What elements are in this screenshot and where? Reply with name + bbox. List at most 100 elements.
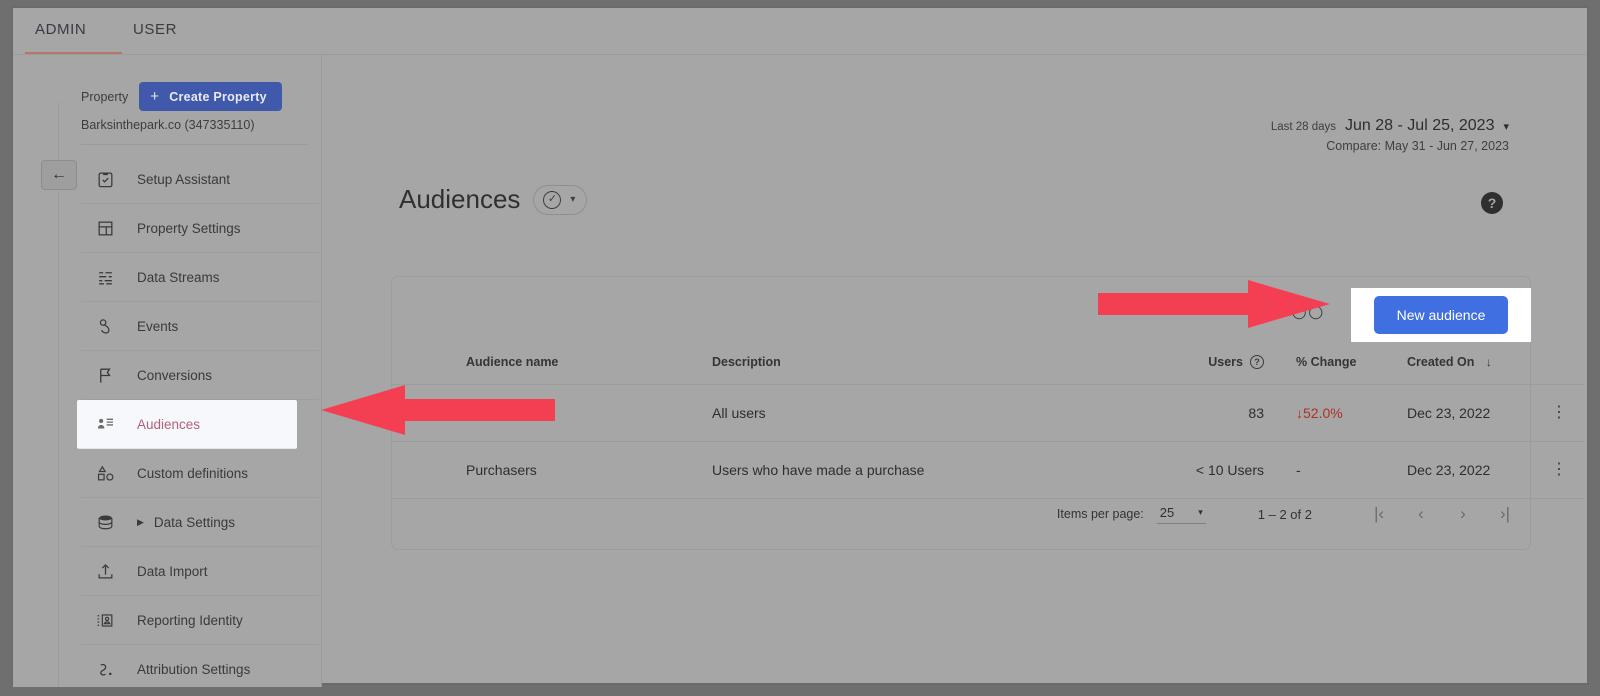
top-navigation: ADMIN USER bbox=[13, 8, 1587, 55]
sidebar-item-conversions[interactable]: Conversions bbox=[81, 351, 319, 400]
sidebar-item-label: Data Settings bbox=[153, 514, 235, 530]
sidebar: Property + Create Property Barksinthepar… bbox=[13, 55, 322, 687]
column-header-created-on[interactable]: Created On ↓ bbox=[1407, 347, 1532, 385]
cell-description: All users bbox=[712, 384, 1102, 442]
cell-percent-change-value: 52.0% bbox=[1303, 405, 1343, 421]
last-page-icon[interactable]: ›| bbox=[1484, 504, 1526, 524]
sidebar-item-data-import[interactable]: Data Import bbox=[81, 547, 319, 596]
chevron-left-icon[interactable]: ‹ bbox=[1400, 504, 1442, 524]
sidebar-item-events[interactable]: Events bbox=[81, 302, 319, 351]
sidebar-item-audiences[interactable]: Audiences bbox=[77, 400, 297, 449]
chevron-down-icon: ▾ bbox=[570, 194, 576, 205]
back-button[interactable]: ← bbox=[41, 160, 77, 190]
tab-user[interactable]: USER bbox=[133, 21, 177, 38]
sidebar-item-setup-assistant[interactable]: Setup Assistant bbox=[81, 155, 319, 204]
cell-actions[interactable]: ⋮ bbox=[1532, 384, 1584, 442]
sidebar-item-reporting-identity[interactable]: Reporting Identity bbox=[81, 596, 319, 645]
pagination-range-text: 1 – 2 of 2 bbox=[1257, 506, 1312, 522]
more-vert-icon[interactable]: ⋮ bbox=[1550, 459, 1567, 478]
sidebar-divider bbox=[81, 144, 307, 145]
cell-created-on: Dec 23, 2022 bbox=[1407, 384, 1532, 442]
page-title-row: Audiences ✓ ▾ bbox=[399, 184, 588, 215]
date-range-row[interactable]: Last 28 days Jun 28 - Jul 25, 2023 ▾ bbox=[1271, 117, 1509, 135]
sidebar-scrollbar[interactable] bbox=[321, 83, 322, 373]
create-property-button[interactable]: + Create Property bbox=[139, 82, 282, 111]
tap-hand-icon bbox=[95, 316, 116, 337]
cell-percent-change: ↓52.0% bbox=[1282, 384, 1407, 442]
items-per-page-select[interactable]: 25 ▾ bbox=[1156, 504, 1206, 524]
arrow-pointing-to-audiences-sidebar-item bbox=[321, 385, 555, 435]
cell-actions[interactable]: ⋮ bbox=[1532, 441, 1584, 499]
sidebar-item-label: Property Settings bbox=[137, 220, 241, 236]
sidebar-item-attribution-settings[interactable]: Attribution Settings bbox=[81, 645, 319, 687]
upload-icon bbox=[95, 561, 116, 582]
cell-users: 83 bbox=[1102, 384, 1282, 442]
chevron-down-icon: ▾ bbox=[1503, 121, 1509, 133]
shapes-icon bbox=[95, 463, 116, 484]
column-header-users[interactable]: Users ? bbox=[1102, 347, 1282, 385]
sidebar-item-data-settings[interactable]: ▶ Data Settings bbox=[81, 498, 319, 547]
tab-admin[interactable]: ADMIN bbox=[35, 21, 86, 38]
new-audience-highlight: New audience bbox=[1351, 288, 1531, 342]
sidebar-item-property-settings[interactable]: Property Settings bbox=[81, 204, 319, 253]
sidebar-item-label: Setup Assistant bbox=[137, 171, 231, 187]
chevron-right-icon[interactable]: › bbox=[1442, 504, 1484, 524]
date-range-preset-label: Last 28 days bbox=[1270, 121, 1337, 133]
date-range-value: Jun 28 - Jul 25, 2023 bbox=[1345, 117, 1495, 134]
column-header-actions bbox=[1532, 347, 1584, 385]
sidebar-item-data-streams[interactable]: Data Streams bbox=[81, 253, 319, 302]
date-range-selector[interactable]: Last 28 days Jun 28 - Jul 25, 2023 ▾ Com… bbox=[1271, 117, 1509, 153]
attribution-path-icon bbox=[95, 659, 116, 680]
sidebar-item-label: Conversions bbox=[137, 367, 213, 383]
sidebar-item-label: Audiences bbox=[137, 416, 201, 432]
arrow-down-icon: ↓ bbox=[1296, 405, 1303, 421]
audiences-card: ◯◯ New audience Audience name Descriptio… bbox=[391, 276, 1584, 550]
column-header-description[interactable]: Description bbox=[712, 347, 1102, 385]
column-header-users-label: Users bbox=[1208, 355, 1243, 369]
new-audience-button[interactable]: New audience bbox=[1373, 296, 1509, 334]
layout-panel-icon bbox=[95, 218, 116, 239]
app-window: ADMIN USER Property + Create Property Ba… bbox=[11, 6, 1589, 687]
id-card-icon bbox=[95, 610, 116, 631]
property-selector-row: Property + Create Property bbox=[81, 82, 282, 111]
audiences-table: Audience name Description Users ? % Chan… bbox=[392, 347, 1584, 499]
sidebar-item-label: Attribution Settings bbox=[137, 662, 251, 677]
create-property-label: Create Property bbox=[169, 89, 267, 104]
main-content: Last 28 days Jun 28 - Jul 25, 2023 ▾ Com… bbox=[323, 55, 1587, 687]
property-name[interactable]: Barksinthepark.co (347335110) bbox=[81, 118, 255, 132]
check-circle-icon: ✓ bbox=[543, 190, 562, 209]
arrow-pointing-to-new-audience-button bbox=[1098, 280, 1330, 328]
sidebar-item-label: Data Streams bbox=[137, 269, 220, 285]
sidebar-item-label: Data Import bbox=[137, 563, 208, 579]
sidebar-item-custom-definitions[interactable]: Custom definitions bbox=[81, 449, 319, 498]
flag-icon bbox=[95, 365, 116, 386]
more-vert-icon[interactable]: ⋮ bbox=[1550, 402, 1567, 421]
table-pagination: Items per page: 25 ▾ 1 – 2 of 2 |‹ ‹ › ›… bbox=[392, 479, 1532, 549]
audience-status-chip[interactable]: ✓ ▾ bbox=[533, 184, 588, 215]
sidebar-item-label: Events bbox=[137, 318, 179, 334]
sidebar-item-label: Custom definitions bbox=[137, 465, 249, 481]
chevron-right-icon: ▶ bbox=[137, 516, 144, 527]
help-question-icon[interactable]: ? bbox=[1250, 355, 1264, 369]
first-page-icon[interactable]: |‹ bbox=[1358, 504, 1400, 524]
items-per-page-value: 25 bbox=[1159, 504, 1175, 520]
page-title: Audiences bbox=[399, 184, 521, 214]
column-header-percent-change[interactable]: % Change bbox=[1282, 347, 1407, 385]
date-range-compare-label: Compare: May 31 - Jun 27, 2023 bbox=[1326, 139, 1509, 153]
help-question-icon[interactable]: ? bbox=[1481, 192, 1503, 214]
data-streams-icon bbox=[95, 267, 116, 288]
property-label: Property bbox=[81, 89, 129, 104]
database-icon bbox=[95, 512, 116, 533]
sidebar-nav-list: Setup Assistant Property Settings Data S… bbox=[77, 155, 319, 687]
arrow-left-icon: ← bbox=[51, 166, 67, 183]
table-header-row: Audience name Description Users ? % Chan… bbox=[392, 347, 1584, 385]
items-per-page-label: Items per page: bbox=[1056, 507, 1144, 521]
arrow-down-icon: ↓ bbox=[1485, 355, 1492, 369]
table-row[interactable]: All users 83 ↓52.0% Dec 23, 2022 ⋮ bbox=[392, 384, 1584, 442]
sidebar-item-label: Reporting Identity bbox=[137, 612, 243, 628]
audience-person-list-icon bbox=[95, 414, 116, 435]
clipboard-check-icon bbox=[95, 169, 116, 190]
column-header-audience-name[interactable]: Audience name bbox=[392, 347, 712, 385]
column-header-created-on-label: Created On bbox=[1407, 355, 1475, 369]
chevron-down-icon: ▾ bbox=[1198, 506, 1203, 517]
